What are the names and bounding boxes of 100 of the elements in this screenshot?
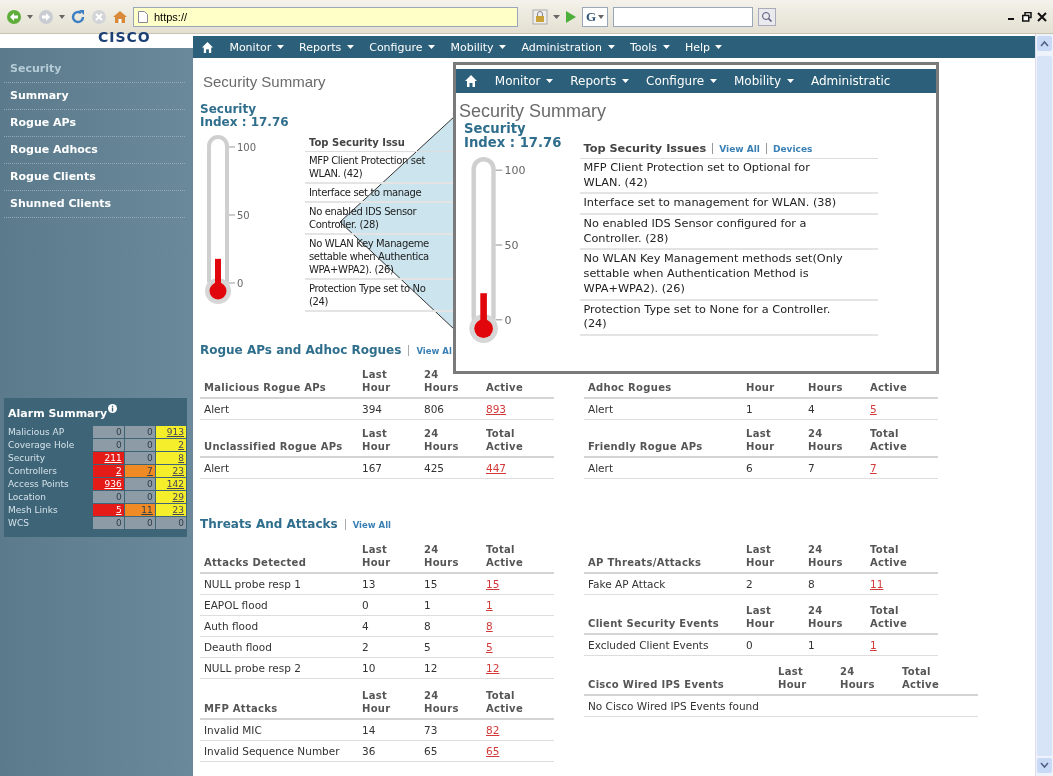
issue-item[interactable]: No WLAN Key Management methods set(Only settable when Authentication Method is WPA+WPA2). (26): [579, 250, 878, 301]
address-field[interactable]: https://: [133, 6, 518, 27]
menu-item[interactable]: Configure: [646, 74, 718, 88]
total-link[interactable]: 447: [486, 462, 507, 474]
table-cell: Invalid MIC: [200, 720, 358, 741]
column-header: 24 Hours: [804, 425, 866, 458]
table-cell: 10: [358, 658, 420, 679]
caret-icon: [276, 45, 284, 49]
column-header: Last Hour: [358, 366, 420, 399]
total-link[interactable]: 15: [486, 578, 500, 590]
alarm-count[interactable]: 913: [155, 425, 186, 438]
info-icon[interactable]: [108, 404, 118, 413]
caret-icon: [622, 79, 630, 83]
issue-item[interactable]: Interface set to management for WLAN. (38): [579, 194, 878, 216]
alarm-count[interactable]: 5: [93, 503, 124, 516]
menu-item[interactable]: Mobility: [450, 40, 507, 54]
issue-item[interactable]: MFP Client Protection set to Optional for WLAN. (42): [579, 159, 878, 195]
table-cell: Alert: [584, 458, 742, 479]
home-icon[interactable]: [464, 74, 478, 88]
total-link[interactable]: 5: [486, 641, 493, 653]
total-link[interactable]: 893: [486, 403, 507, 415]
cisco-logo: CISCO: [98, 29, 151, 45]
alarm-label: WCS: [8, 517, 30, 528]
alarm-count[interactable]: 142: [155, 477, 186, 490]
table-cell: 0: [358, 595, 420, 616]
caret-icon: [499, 45, 507, 49]
column-header: Last Hour: [742, 541, 804, 574]
view-all-link[interactable]: View Al: [416, 346, 452, 356]
column-header: 24 Hours: [804, 602, 866, 635]
menu-item[interactable]: Administration: [521, 40, 615, 54]
total-link[interactable]: 82: [486, 724, 500, 736]
sidebar-item[interactable]: Rogue Adhocs: [4, 137, 185, 164]
alarm-count[interactable]: 23: [155, 464, 186, 477]
alarm-count[interactable]: 11: [124, 503, 155, 516]
alarm-summary-title: Alarm Summary: [8, 406, 108, 420]
refresh-icon[interactable]: [70, 8, 86, 25]
table-cell: 2: [358, 637, 420, 658]
menu-item[interactable]: Monitor: [229, 40, 284, 54]
menu-item[interactable]: Reports: [570, 74, 630, 88]
caret-icon: [715, 45, 723, 49]
table-cell: NULL probe resp 1: [200, 574, 358, 595]
issue-item[interactable]: Protection Type set to None for a Controller. (24): [579, 300, 878, 336]
alarm-count[interactable]: 29: [155, 490, 186, 503]
caret-icon[interactable]: [553, 14, 560, 19]
caret-icon[interactable]: [27, 14, 33, 19]
search-icon[interactable]: [758, 7, 777, 26]
table-cell: 36: [358, 741, 420, 762]
menu-item[interactable]: Help: [684, 40, 723, 54]
home-icon[interactable]: [201, 40, 214, 54]
total-link[interactable]: 65: [486, 745, 500, 757]
total-link[interactable]: 11: [870, 578, 884, 590]
menu-item[interactable]: Administratic: [810, 74, 891, 88]
menu-item[interactable]: Tools: [629, 40, 670, 54]
total-link[interactable]: 12: [486, 662, 500, 674]
total-link[interactable]: 1: [486, 599, 493, 611]
tick-label: 50: [237, 209, 250, 221]
back-icon[interactable]: [6, 8, 22, 25]
sidebar-item[interactable]: Rogue Clients: [4, 164, 185, 191]
lock-icon[interactable]: [532, 8, 548, 25]
restore-icon[interactable]: [1022, 11, 1032, 22]
alarm-count[interactable]: 936: [93, 477, 124, 490]
menu-item[interactable]: Configure: [369, 40, 436, 54]
table-cell: Alert: [200, 399, 358, 420]
caret-icon[interactable]: [59, 14, 65, 19]
total-link[interactable]: 1: [870, 639, 877, 651]
caret-icon: [710, 79, 718, 83]
alarm-count: 0: [93, 516, 124, 529]
menu-item[interactable]: Reports: [299, 40, 354, 54]
caret-icon[interactable]: [598, 14, 605, 19]
issues-link[interactable]: Devices: [773, 144, 813, 154]
column-header: Last Hour: [358, 541, 420, 574]
sidebar-item[interactable]: Rogue APs: [4, 110, 185, 137]
search-engine-button[interactable]: G: [582, 6, 609, 27]
menu-item[interactable]: Monitor: [494, 74, 554, 88]
column-header: Last Hour: [358, 687, 420, 720]
menu-item[interactable]: Mobility: [734, 74, 795, 88]
alarm-count[interactable]: 2: [93, 464, 124, 477]
view-all-link[interactable]: View All: [352, 520, 391, 530]
alarm-count[interactable]: 23: [155, 503, 186, 516]
tick-label: 100: [237, 141, 257, 153]
search-field[interactable]: [613, 6, 754, 27]
sidebar-item[interactable]: Summary: [4, 83, 185, 110]
column-header: 24 Hours: [420, 541, 482, 574]
alarm-count[interactable]: 211: [93, 451, 124, 464]
column-header: Total Active: [482, 541, 554, 574]
table-cell: 12: [420, 658, 482, 679]
total-link[interactable]: 7: [870, 462, 877, 474]
scrollbar[interactable]: [1036, 34, 1053, 776]
alarm-count[interactable]: 2: [155, 438, 186, 451]
total-link[interactable]: 5: [870, 403, 877, 415]
issues-title: Top Security Issu: [309, 137, 405, 148]
issue-item[interactable]: No enabled IDS Sensor configured for a Controller. (28): [579, 215, 878, 251]
caret-icon: [428, 45, 436, 49]
alarm-count: 0: [124, 516, 155, 529]
total-link[interactable]: 8: [486, 620, 493, 632]
issues-link[interactable]: View All: [719, 144, 760, 154]
close-icon[interactable]: [1037, 11, 1047, 22]
sidebar-item[interactable]: Shunned Clients: [4, 191, 185, 218]
alarm-count[interactable]: 7: [124, 464, 155, 477]
alarm-count[interactable]: 8: [155, 451, 186, 464]
